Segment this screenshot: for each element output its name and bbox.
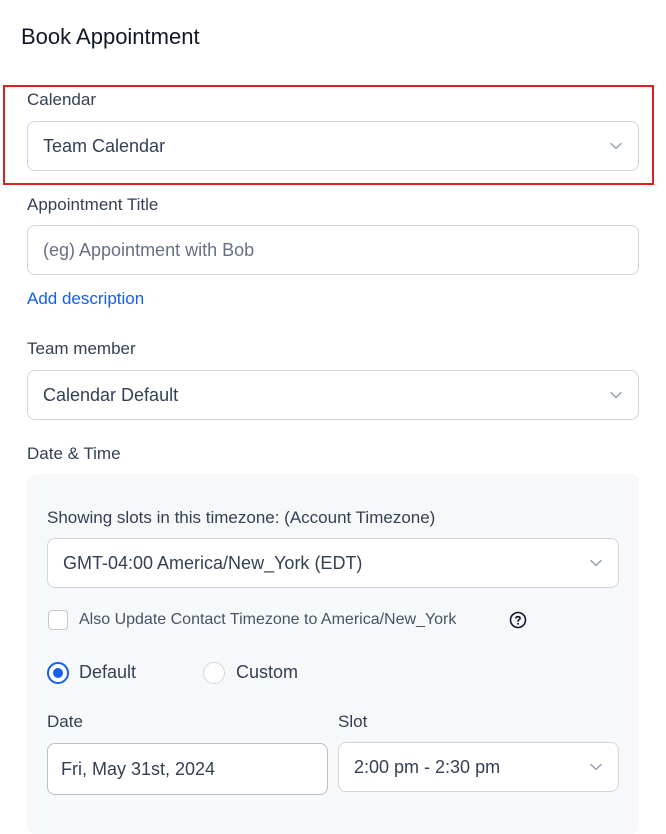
timezone-label: Showing slots in this timezone: (Account…: [47, 508, 436, 527]
appointment-title-placeholder: (eg) Appointment with Bob: [43, 239, 255, 260]
help-circle-icon[interactable]: [509, 611, 527, 629]
radio-custom[interactable]: [203, 662, 225, 684]
calendar-select-value: Team Calendar: [43, 135, 166, 156]
calendar-label: Calendar: [27, 90, 96, 109]
appointment-title-label: Appointment Title: [27, 195, 159, 214]
calendar-select[interactable]: Team Calendar: [27, 121, 639, 171]
chevron-down-icon: [590, 763, 602, 771]
radio-custom-label: Custom: [236, 662, 299, 682]
radio-default[interactable]: [47, 662, 69, 684]
date-time-label: Date & Time: [27, 444, 121, 463]
date-label: Date: [47, 712, 83, 731]
timezone-select-value: GMT-04:00 America/New_York (EDT): [63, 552, 363, 573]
page-title: Book Appointment: [21, 24, 200, 49]
team-member-select[interactable]: Calendar Default: [27, 370, 639, 420]
date-input[interactable]: Fri, May 31st, 2024: [47, 743, 328, 795]
slot-label: Slot: [338, 712, 368, 731]
slot-select-value: 2:00 pm - 2:30 pm: [354, 756, 501, 777]
chevron-down-icon: [590, 559, 602, 567]
date-input-value: Fri, May 31st, 2024: [61, 758, 216, 779]
chevron-down-icon: [610, 142, 622, 150]
update-contact-timezone-label: Also Update Contact Timezone to America/…: [79, 611, 457, 628]
radio-default-label: Default: [79, 662, 137, 682]
add-description-link[interactable]: Add description: [27, 288, 144, 310]
team-member-label: Team member: [27, 339, 136, 358]
slot-select[interactable]: 2:00 pm - 2:30 pm: [338, 742, 619, 792]
update-contact-timezone-checkbox[interactable]: [48, 610, 68, 630]
team-member-select-value: Calendar Default: [43, 384, 179, 405]
appointment-title-input[interactable]: (eg) Appointment with Bob: [27, 225, 639, 275]
chevron-down-icon: [610, 391, 622, 399]
timezone-select[interactable]: GMT-04:00 America/New_York (EDT): [47, 538, 619, 588]
